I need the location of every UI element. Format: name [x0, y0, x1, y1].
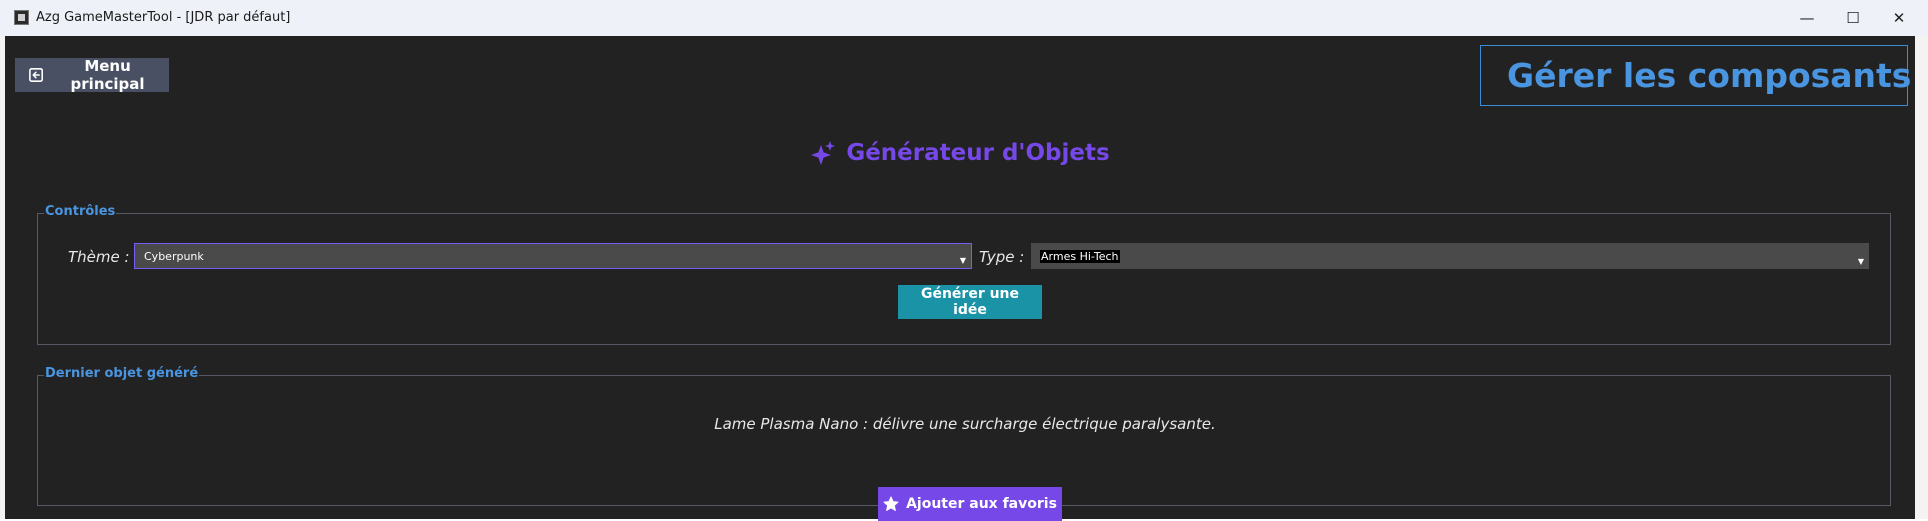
type-label: Type :	[979, 248, 1025, 266]
maximize-button[interactable]: ☐	[1830, 0, 1876, 36]
controls-group: Contrôles	[37, 204, 1891, 345]
type-select-value: Armes Hi-Tech	[1040, 249, 1120, 263]
generated-item-text: Lame Plasma Nano : délivre une surcharge…	[714, 415, 1216, 433]
star-icon	[883, 496, 899, 511]
manage-components-label: Gérer les composants	[1507, 56, 1912, 95]
add-favorite-button[interactable]: Ajouter aux favoris	[878, 487, 1062, 521]
close-icon: ✕	[1892, 9, 1906, 27]
window-right-edge	[1915, 36, 1928, 519]
app-icon	[14, 10, 29, 25]
theme-select-value: Cyberpunk	[144, 249, 204, 263]
back-arrow-icon	[29, 68, 44, 82]
window-titlebar: Azg GameMasterTool - [JDR par défaut] — …	[0, 0, 1928, 37]
sparkles-icon	[811, 141, 836, 165]
type-select[interactable]: Armes Hi-Tech ▼	[1031, 243, 1869, 269]
window-title: Azg GameMasterTool - [JDR par défaut]	[36, 10, 291, 25]
chevron-down-icon: ▼	[1857, 257, 1864, 266]
chevron-down-icon: ▼	[959, 256, 966, 265]
theme-select[interactable]: Cyberpunk ▼	[134, 243, 972, 269]
page-title-text: Générateur d'Objets	[846, 140, 1110, 166]
close-button[interactable]: ✕	[1876, 0, 1922, 36]
maximize-icon: ☐	[1846, 9, 1860, 27]
app-content: Menu principal Gérer les composants Géné…	[5, 36, 1915, 521]
last-item-legend: Dernier objet généré	[44, 366, 200, 381]
manage-components-button[interactable]: Gérer les composants	[1480, 45, 1912, 106]
generate-idea-button[interactable]: Générer une idée	[898, 285, 1042, 319]
page-title: Générateur d'Objets	[5, 140, 1915, 166]
menu-principal-button[interactable]: Menu principal	[15, 57, 169, 93]
theme-label: Thème :	[68, 248, 130, 266]
menu-principal-label: Menu principal	[70, 57, 145, 93]
minimize-button[interactable]: —	[1784, 0, 1830, 36]
minimize-icon: —	[1799, 9, 1815, 27]
add-favorite-label: Ajouter aux favoris	[906, 496, 1057, 512]
controls-legend: Contrôles	[44, 204, 117, 219]
